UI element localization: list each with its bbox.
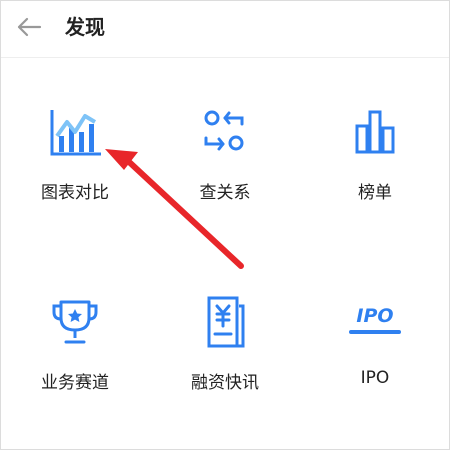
finance-news-icon xyxy=(207,296,245,348)
feature-label: 业务赛道 xyxy=(41,373,109,393)
chart-compare-icon xyxy=(50,110,101,156)
page-title: 发现 xyxy=(65,15,105,39)
discover-page: 发现 图表对比 查关系 榜单 业务赛道 融资快讯 IPO IPO xyxy=(0,0,450,450)
feature-ranking[interactable]: 榜单 xyxy=(301,58,449,208)
ranking-icon xyxy=(355,110,395,154)
feature-relation[interactable]: 查关系 xyxy=(151,58,299,208)
back-button[interactable] xyxy=(13,11,45,43)
feature-label: 榜单 xyxy=(358,183,392,203)
relation-icon xyxy=(204,110,244,151)
feature-grid: 图表对比 查关系 榜单 业务赛道 融资快讯 IPO IPO xyxy=(1,58,449,448)
trophy-icon xyxy=(52,300,98,344)
arrow-left-icon xyxy=(17,17,42,37)
svg-text:IPO: IPO xyxy=(356,305,393,327)
ipo-icon: IPO xyxy=(349,305,401,334)
feature-chart-compare[interactable]: 图表对比 xyxy=(1,58,149,208)
feature-label: 图表对比 xyxy=(41,183,109,203)
feature-label: 融资快讯 xyxy=(191,373,259,393)
feature-label: IPO xyxy=(360,368,390,388)
feature-ipo[interactable]: IPO IPO xyxy=(301,248,449,398)
feature-business-track[interactable]: 业务赛道 xyxy=(1,248,149,398)
top-bar: 发现 xyxy=(1,1,449,58)
feature-finance-news[interactable]: 融资快讯 xyxy=(151,248,299,398)
feature-label: 查关系 xyxy=(199,183,251,203)
